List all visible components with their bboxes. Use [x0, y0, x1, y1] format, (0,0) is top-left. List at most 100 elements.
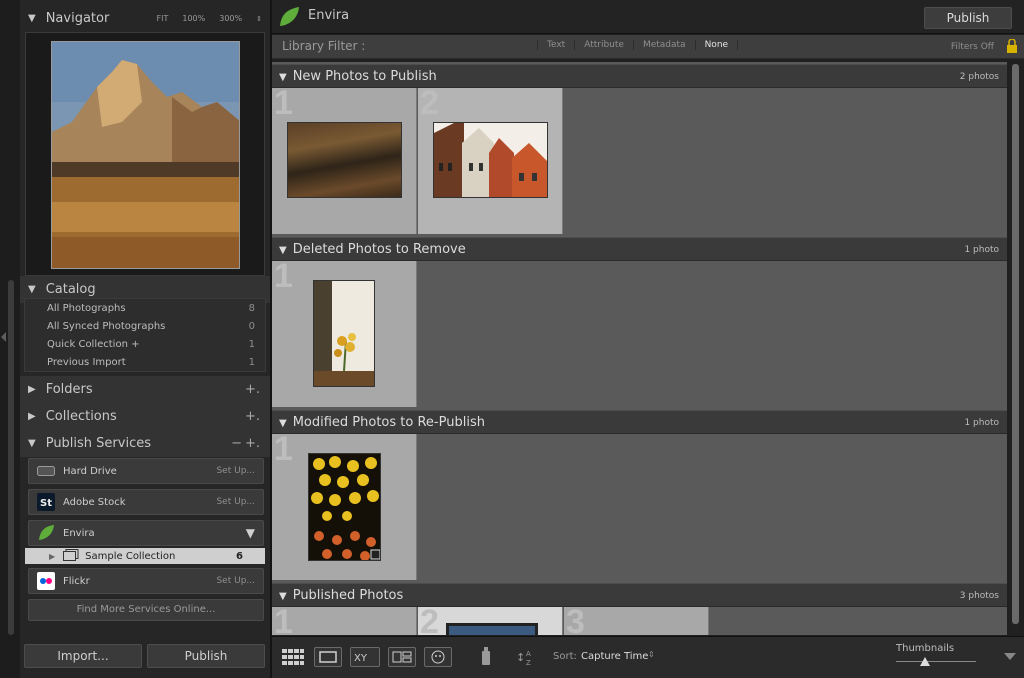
compare-view-icon[interactable]: XY [350, 647, 380, 667]
service-hard-drive[interactable]: Hard Drive Set Up... [28, 458, 264, 484]
catalog-item-count: 1 [248, 338, 255, 350]
service-label: Adobe Stock [63, 496, 126, 508]
filter-none[interactable]: None [694, 40, 739, 50]
zoom-stepper-icon[interactable]: ⇕ [256, 15, 262, 23]
grid-cell[interactable]: 1 [272, 605, 417, 635]
filter-attribute[interactable]: Attribute [574, 40, 633, 50]
catalog-item-count: 1 [248, 356, 255, 368]
filter-text[interactable]: Text [537, 40, 574, 50]
catalog-item-label: All Synced Photographs [47, 320, 166, 332]
remove-service-icon[interactable]: − [231, 436, 242, 451]
service-envira[interactable]: Envira ▼ [28, 520, 264, 546]
add-collection-icon[interactable]: +. [245, 409, 260, 424]
cell-index: 2 [420, 603, 439, 635]
collapsed-triangle-icon: ▶ [28, 384, 36, 395]
filter-options: Text Attribute Metadata None [537, 40, 739, 50]
grid-scrollbar-thumb[interactable] [1012, 64, 1019, 624]
lock-icon[interactable] [1006, 38, 1018, 56]
catalog-item-quick-collection[interactable]: Quick Collection + 1 [25, 335, 265, 353]
setup-link[interactable]: Set Up... [216, 466, 255, 476]
zoom-fit[interactable]: FIT [157, 14, 169, 23]
left-gutter [0, 0, 20, 678]
svg-text:A: A [526, 650, 531, 658]
sample-collection-row[interactable]: ▶ Sample Collection 6 [25, 548, 265, 564]
expand-triangle-icon: ▼ [28, 13, 36, 24]
setup-link[interactable]: Set Up... [216, 497, 255, 507]
dropdown-triangle-icon[interactable]: ▼ [246, 526, 255, 540]
cell-index: 1 [274, 84, 293, 122]
sort-stepper-icon[interactable]: ⇕ [648, 650, 655, 659]
toolbar-menu-icon[interactable] [1004, 653, 1016, 660]
thumbnail-size-slider[interactable] [896, 661, 976, 665]
zoom-100[interactable]: 100% [182, 14, 205, 23]
publish-button-left[interactable]: Publish [147, 644, 265, 668]
import-button[interactable]: Import... [24, 644, 142, 668]
navigator-header[interactable]: ▼ Navigator FIT 100% 300% ⇕ [20, 5, 270, 32]
publish-services-header[interactable]: ▼ Publish Services − +. [20, 430, 270, 457]
leaf-icon [37, 524, 55, 542]
expand-arrow-icon[interactable]: ▶ [49, 552, 55, 561]
section-header-new[interactable]: ▼ New Photos to Publish 2 photos [272, 64, 1007, 88]
navigator-preview[interactable] [25, 32, 265, 276]
service-flickr[interactable]: Flickr Set Up... [28, 568, 264, 594]
collections-header[interactable]: ▶ Collections +. [20, 403, 270, 430]
grid-cell[interactable]: 1 [272, 84, 417, 234]
collection-label: Sample Collection [85, 550, 176, 562]
folders-header[interactable]: ▶ Folders +. [20, 376, 270, 403]
people-view-icon[interactable] [424, 647, 452, 667]
catalog-item-all-photographs[interactable]: All Photographs 8 [25, 299, 265, 317]
filter-metadata[interactable]: Metadata [632, 40, 695, 50]
photo-thumbnail[interactable] [313, 280, 375, 387]
library-filter-bar: Library Filter : Text Attribute Metadata… [272, 35, 1024, 59]
grid-cell[interactable]: 1 [272, 259, 417, 407]
grid-cell[interactable]: 1 [272, 432, 417, 580]
service-label: Envira [63, 527, 95, 539]
zoom-300[interactable]: 300% [219, 14, 242, 23]
sort-dropdown[interactable]: Capture Time [581, 651, 648, 662]
grid-scrollbar[interactable] [1012, 64, 1019, 634]
photo-thumbnail[interactable] [446, 623, 538, 635]
grid-cell[interactable]: 2 [418, 86, 563, 234]
painter-icon[interactable] [477, 647, 495, 667]
left-panel: ▼ Navigator FIT 100% 300% ⇕ ▼ Catalog Al… [20, 0, 270, 678]
left-panel-scrollbar[interactable] [8, 280, 14, 635]
filters-off-dropdown[interactable]: Filters Off [951, 42, 994, 52]
section-count: 3 photos [959, 591, 999, 601]
sort-direction-icon[interactable]: ↕ A Z [516, 647, 546, 667]
collection-title: Envira [308, 8, 350, 23]
section-header-deleted[interactable]: ▼ Deleted Photos to Remove 1 photo [272, 237, 1007, 261]
photo-grid: ▼ New Photos to Publish 2 photos 1 2 ▼ D… [272, 62, 1007, 635]
catalog-item-label: Quick Collection + [47, 338, 140, 350]
service-adobe-stock[interactable]: St Adobe Stock Set Up... [28, 489, 264, 515]
loupe-view-icon[interactable] [314, 647, 342, 667]
cell-index: 3 [566, 603, 585, 635]
section-title: Modified Photos to Re-Publish [292, 415, 485, 430]
slider-knob-icon[interactable] [920, 657, 930, 666]
catalog-item-label: Previous Import [47, 356, 126, 368]
folders-title: Folders [45, 382, 93, 397]
catalog-list: All Photographs 8 All Synced Photographs… [20, 298, 270, 372]
navigator-photo[interactable] [51, 41, 240, 269]
catalog-item-previous-import[interactable]: Previous Import 1 [25, 353, 265, 371]
catalog-item-all-synced[interactable]: All Synced Photographs 0 [25, 317, 265, 335]
section-header-modified[interactable]: ▼ Modified Photos to Re-Publish 1 photo [272, 410, 1007, 434]
photo-thumbnail[interactable] [287, 122, 402, 198]
add-service-icon[interactable]: +. [245, 436, 260, 451]
setup-link[interactable]: Set Up... [216, 576, 255, 586]
publish-button[interactable]: Publish [924, 7, 1012, 29]
grid-view-icon[interactable] [280, 647, 306, 667]
add-folder-icon[interactable]: +. [245, 382, 260, 397]
section-count: 2 photos [959, 72, 999, 82]
photo-thumbnail[interactable] [433, 122, 548, 198]
filter-label: Library Filter : [282, 39, 366, 53]
svg-text:St: St [40, 498, 52, 509]
top-bar: Envira Publish [272, 0, 1024, 34]
collapse-left-panel-icon[interactable] [1, 332, 6, 342]
photo-thumbnail[interactable] [308, 453, 381, 561]
find-more-services-button[interactable]: Find More Services Online... [28, 599, 264, 621]
survey-view-icon[interactable] [388, 647, 416, 667]
grid-cell[interactable]: 3 [564, 603, 709, 635]
expand-triangle-icon: ▼ [28, 438, 36, 449]
section-header-published[interactable]: ▼ Published Photos 3 photos [272, 583, 1007, 607]
grid-cell[interactable]: 2 [418, 603, 563, 635]
